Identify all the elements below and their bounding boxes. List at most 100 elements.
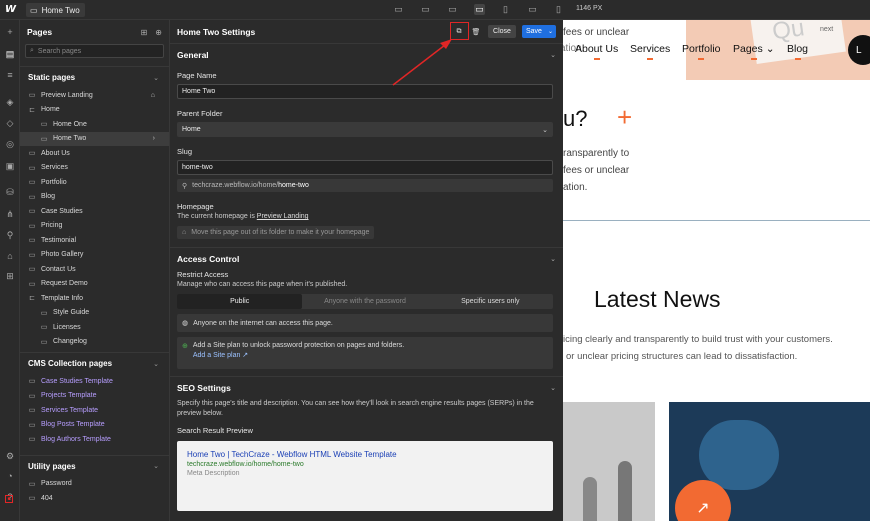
mid-line-3: ation. [563,182,588,193]
page-name-input[interactable]: Home Two [177,84,553,99]
pages-icon[interactable]: ▤ [4,48,16,60]
page-url: ⚲ techcraze.webflow.io/home/home-two [177,179,553,192]
page-item[interactable]: ▭ Contact Us [20,262,169,277]
page-item[interactable]: ▭ Licenses [20,320,169,335]
desktop-active-icon[interactable]: ▭ [474,4,485,15]
access-segmented-control: Public Anyone with the password Specific… [177,294,553,309]
assets-icon[interactable]: ▣ [4,160,16,172]
tablet-icon[interactable]: ▯ [500,4,511,15]
parent-folder-label: Parent Folder [177,109,223,118]
cms-icon[interactable]: ⛁ [4,186,16,198]
utility-page-item[interactable]: ▭ Password [20,477,169,492]
search-pages-field[interactable]: ⌕ Search pages [25,44,164,58]
access-option-password[interactable]: Anyone with the password [302,294,427,309]
mid-line-1: ransparently to [563,148,630,159]
width-readout: 1146 PX [576,5,603,12]
cms-page-item[interactable]: ▭ Blog Authors Template [20,432,169,447]
nav-pages[interactable]: Pages ⌄ [733,43,775,60]
mobile-portrait-icon[interactable]: ▯ [553,4,564,15]
desktop-large-icon[interactable]: ▭ [393,4,404,15]
styles-icon[interactable]: ◎ [4,138,16,150]
page-item[interactable]: ▭ Services [20,161,169,176]
parent-folder-value: Home [182,126,201,133]
webflow-logo[interactable]: W [5,4,17,16]
folder-icon: ⊏ [29,106,35,114]
page-item[interactable]: ▭ Request Demo [20,277,169,292]
page-item[interactable]: ▭ Blog [20,190,169,205]
close-button[interactable]: Close [488,25,516,38]
static-pages-header[interactable]: Static pages ⌄ [20,66,169,88]
desktop-base-icon[interactable]: ▭ [447,4,458,15]
users-icon[interactable]: ⚲ [4,229,16,241]
page-item[interactable]: ▭ Home Two › [20,131,169,146]
ecommerce-icon[interactable]: ⌂ [4,250,16,262]
audit-icon[interactable]: ◔ [4,470,16,482]
cms-page-item[interactable]: ▭ Blog Posts Template [20,418,169,433]
nav-pages-label: Pages [733,43,763,55]
public-note-text: Anyone on the internet can access this p… [193,319,333,327]
page-item[interactable]: ⊏ Template Info [20,291,169,306]
nav-portfolio[interactable]: Portfolio [682,43,721,60]
logic-icon[interactable]: ⋔ [4,208,16,220]
page-icon: ▭ [28,378,36,386]
navigator-icon[interactable]: ≡ [4,69,16,81]
page-item[interactable]: ▭ Photo Gallery [20,248,169,263]
page-item[interactable]: ▭ Case Studies [20,204,169,219]
settings-icon[interactable]: ⚙ [4,450,16,462]
utility-pages-header[interactable]: Utility pages ⌄ [20,454,169,477]
page-item[interactable]: ▭ Style Guide [20,306,169,321]
components-icon[interactable]: ◈ [4,96,16,108]
nav-services[interactable]: Services [630,43,670,60]
cta-button[interactable]: L [848,35,870,65]
page-item[interactable]: ▭ Pricing [20,219,169,234]
page-item[interactable]: ▭ Home One [20,117,169,132]
save-button[interactable]: Save ⌄ [522,25,556,38]
cms-pages-header[interactable]: CMS Collection pages ⌄ [20,352,169,374]
homepage-link[interactable]: Preview Landing [257,213,309,220]
page-item[interactable]: ▭ Testimonial [20,233,169,248]
cms-page-item[interactable]: ▭ Projects Template [20,389,169,404]
trash-icon[interactable]: 🗑 [470,25,482,38]
mobile-landscape-icon[interactable]: ▭ [527,4,538,15]
cms-page-item[interactable]: ▭ Case Studies Template [20,374,169,389]
page-item[interactable]: ▭ Portfolio [20,175,169,190]
nav-about[interactable]: About Us [575,43,618,60]
desktop-icon[interactable]: ▭ [420,4,431,15]
nav-blog[interactable]: Blog [787,43,808,60]
utility-page-label: Password [41,480,72,488]
page-icon: ▭ [28,222,36,230]
chevron-right-icon[interactable]: › [153,135,155,142]
page-icon: ▭ [28,266,36,274]
cms-page-item[interactable]: ▭ Services Template [20,403,169,418]
news-image-1[interactable] [563,402,655,521]
apps-icon[interactable]: ⊞ [4,270,16,282]
parent-folder-select[interactable]: Home ⌄ [177,122,553,137]
page-item[interactable]: ▭ Changelog [20,335,169,350]
access-option-public[interactable]: Public [177,294,303,309]
pages-panel: Pages ⊞ ⊕ ⌕ Search pages Static pages ⌄ … [20,20,170,521]
access-option-users[interactable]: Specific users only [428,294,553,309]
slug-input[interactable]: home-two [177,160,553,175]
chevron-down-icon[interactable]: ⌄ [548,28,553,35]
record-icon[interactable]: ■ [5,495,13,503]
page-item[interactable]: ▭ About Us [20,146,169,161]
new-folder-icon[interactable]: ⊞ [141,28,148,37]
chevron-down-icon: ⌄ [765,43,775,55]
general-header[interactable]: General ⌄ [177,44,556,66]
seo-header[interactable]: SEO Settings ⌄ [177,377,556,399]
cms-page-label: Blog Authors Template [41,435,111,443]
page-icon: ▭ [28,495,36,503]
add-site-plan-link[interactable]: Add a Site plan ↗ [193,351,404,359]
variables-icon[interactable]: ◇ [4,117,16,129]
utility-page-item[interactable]: ▭ 404 [20,491,169,506]
new-page-icon[interactable]: ⊕ [155,28,162,37]
current-page-chip[interactable]: ▭ Home Two [26,3,85,17]
site-plan-upsell: ⊕ Add a Site plan to unlock password pro… [177,337,553,369]
restrict-access-label: Restrict Access [177,270,229,279]
add-icon[interactable]: + [4,26,16,38]
page-item[interactable]: ▭ Preview Landing ⌂ [20,88,169,103]
access-control-header[interactable]: Access Control ⌄ [177,248,556,270]
homepage-desc: The current homepage is [177,213,255,220]
page-item[interactable]: ⊏ Home [20,103,169,118]
page-item-label: Style Guide [53,309,90,317]
